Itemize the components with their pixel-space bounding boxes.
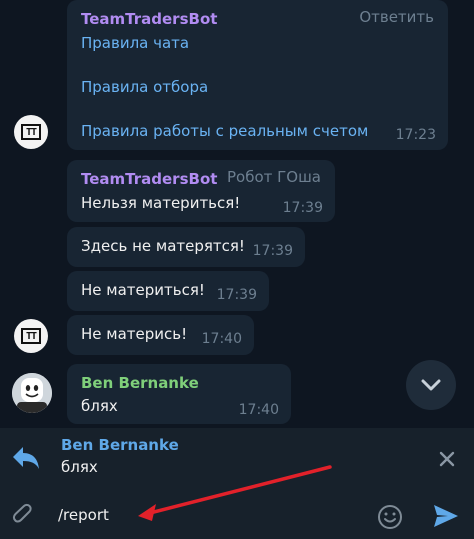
bot-avatar[interactable]: TT — [14, 319, 48, 353]
message-bubble[interactable]: Здесь не матерятся! 17:39 — [67, 227, 305, 267]
message-text: Не матерись! — [81, 325, 188, 343]
reply-action[interactable]: Ответить — [359, 8, 434, 26]
chevron-down-icon — [421, 379, 441, 391]
message-time: 17:39 — [216, 287, 257, 303]
message-sender[interactable]: Ben Bernanke — [81, 374, 199, 392]
message-bubble[interactable]: Не матерись! 17:40 — [67, 315, 254, 355]
bot-avatar[interactable]: TT — [14, 115, 48, 149]
message-bubble[interactable]: TeamTradersBot Ответить Правила чата Пра… — [67, 0, 448, 150]
attach-icon[interactable] — [10, 502, 38, 530]
user-avatar[interactable] — [12, 373, 52, 413]
message-bubble[interactable]: TeamTradersBot Робот ГОша Нельзя материт… — [67, 160, 335, 222]
message-sender[interactable]: TeamTradersBot — [81, 170, 217, 188]
message-text: блях — [81, 397, 118, 415]
message-time: 17:39 — [252, 243, 293, 259]
emoji-icon[interactable] — [375, 502, 405, 532]
message-time: 17:40 — [238, 402, 279, 418]
message-sender[interactable]: TeamTradersBot — [81, 10, 217, 28]
marshmello-avatar-icon — [12, 373, 52, 413]
composer[interactable]: /report — [0, 490, 474, 539]
sender-title: Робот ГОша — [226, 168, 321, 186]
message-bubble[interactable]: Не материться! 17:39 — [67, 271, 269, 311]
message-time: 17:23 — [395, 127, 436, 143]
message-time: 17:39 — [282, 200, 323, 216]
link-chat-rules[interactable]: Правила чата — [81, 34, 189, 52]
message-bubble[interactable]: Ben Bernanke блях 17:40 — [67, 364, 291, 424]
reply-preview[interactable]: Ben Bernanke блях — [0, 428, 474, 490]
tt-logo-icon: TT — [21, 328, 41, 344]
message-text: Здесь не матерятся! — [81, 237, 245, 255]
close-icon[interactable] — [434, 446, 460, 472]
link-real-account-rules[interactable]: Правила работы с реальным счетом — [81, 122, 368, 140]
tt-logo-icon: TT — [21, 124, 41, 140]
reply-icon — [10, 442, 42, 474]
message-text: Нельзя материться! — [81, 194, 241, 212]
link-selection-rules[interactable]: Правила отбора — [81, 78, 208, 96]
message-text: Не материться! — [81, 281, 205, 299]
message-time: 17:40 — [201, 331, 242, 347]
chat-area[interactable]: TeamTradersBot Ответить Правила чата Пра… — [0, 0, 474, 428]
scroll-down-button[interactable] — [406, 360, 456, 410]
reply-text: блях — [61, 458, 98, 476]
message-input[interactable]: /report — [58, 506, 109, 524]
send-icon[interactable] — [430, 501, 462, 531]
reply-name: Ben Bernanke — [61, 436, 179, 454]
